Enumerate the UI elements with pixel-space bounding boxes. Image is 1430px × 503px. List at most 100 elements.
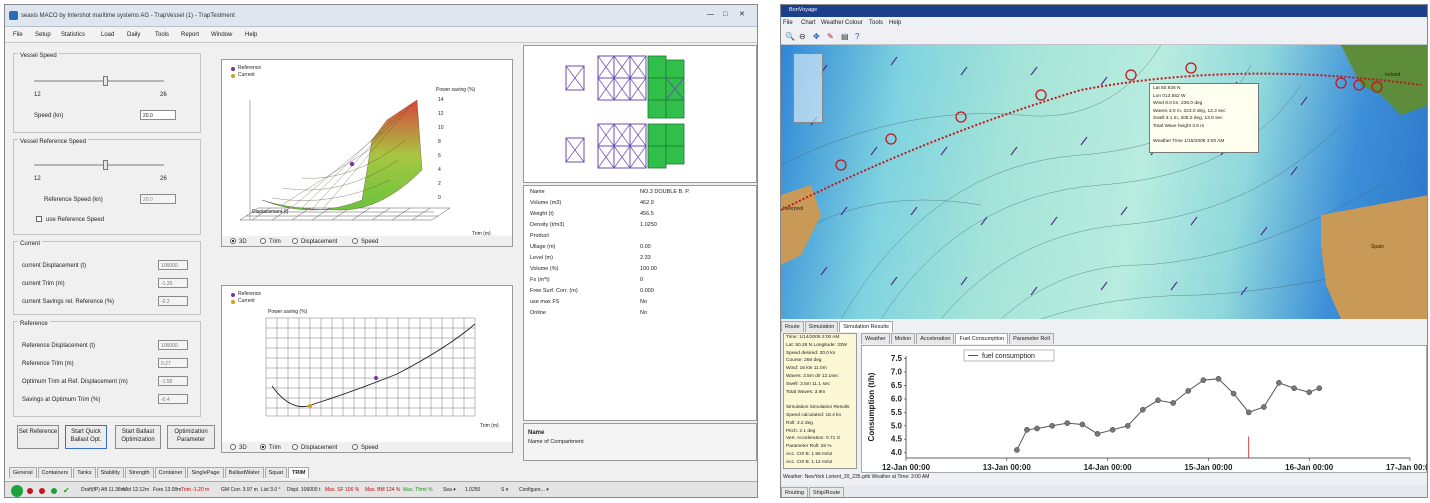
app-icon [9,11,18,20]
radio-trim[interactable]: Trim [260,238,281,245]
help-icon[interactable]: ? [855,32,859,41]
current-displacement-label: current Displacement (t) [22,263,87,269]
reference-displacement-label: Reference Displacement (t) [22,343,96,349]
bv-menu-file[interactable]: File [783,20,793,26]
tank-layout[interactable] [524,46,758,184]
tab-simulation-results[interactable]: Simulation Results [839,321,893,332]
tab-parameter-roll[interactable]: Parameter Roll [1009,333,1054,344]
current-trim-label: current Trim (m) [22,281,65,287]
fuel-series-line [1016,378,1320,451]
minimize-button[interactable]: — [707,11,714,18]
property-value[interactable]: 0 [640,277,643,284]
radio2-trim[interactable]: Trim [260,444,281,451]
tab-fuel-consumption[interactable]: Fuel Consumption [955,333,1009,344]
optimization-parameter-button[interactable]: Optimization Parameter [167,425,215,449]
status-red-dot-2 [39,488,45,494]
menu-statistics[interactable]: Statistics [61,32,85,38]
menu-report[interactable]: Report [181,32,199,38]
slider-thumb[interactable] [103,160,108,170]
route-icon[interactable]: ✎ [827,32,834,41]
tab-trim[interactable]: TRIM [287,467,310,478]
y-tick-label: 7.5 [891,354,903,363]
set-reference-button[interactable]: Set Reference [17,425,59,449]
property-value[interactable]: 0.00 [640,244,651,251]
tab-weather[interactable]: Weather [861,333,890,344]
status-item[interactable]: 1.0250 [465,488,480,493]
use-reference-checkbox[interactable] [36,216,42,222]
vessel-speed-slider[interactable] [34,76,164,86]
result-tabs: Weather Motion Acceleration Fuel Consumptio… [861,333,1055,344]
pan-icon[interactable]: ✥ [813,32,820,41]
property-value[interactable]: 100.00 [640,266,657,273]
speed-input[interactable]: 20.0 [140,110,176,120]
tab-container[interactable]: Container [154,467,187,478]
tab-strength[interactable]: Strength [124,467,154,478]
radio2-displacement[interactable]: Displacement [292,444,337,451]
print-icon[interactable]: ▤ [841,32,849,41]
bv-window-title: BonVoyage [789,7,818,13]
bv-menu-help[interactable]: Help [889,20,901,26]
status-item: Trim -1.20 m [181,487,210,493]
reference-speed-slider[interactable] [34,160,164,170]
status-item[interactable]: Configure... ▾ [519,488,549,493]
reference-speed-input[interactable]: 20.0 [140,194,176,204]
property-value[interactable]: No [640,310,647,317]
menu-file[interactable]: File [13,32,23,38]
tab-ship-route[interactable]: Ship/Route [808,487,845,497]
radio2-speed[interactable]: Speed [352,444,378,451]
zoom-out-icon[interactable]: ⊖ [799,32,806,41]
bv-menu-tools[interactable]: Tools [869,20,883,26]
bv-menu-colour[interactable]: Colour [845,20,863,26]
status-item[interactable]: Sea ▾ [443,488,456,493]
radio-displacement[interactable]: Displacement [292,238,337,245]
status-item[interactable]: S ▾ [501,488,508,493]
property-value[interactable]: NO.3 DOUBLE B. P. [640,189,690,196]
close-button[interactable]: ✕ [739,11,745,18]
tab-singlepage[interactable]: SinglePage [187,467,224,478]
bv-menu-chart[interactable]: Chart [801,20,816,26]
property-value[interactable]: 1.0250 [640,222,657,229]
tab-route[interactable]: Route [781,321,804,332]
tab-simulation[interactable]: Simulation [804,321,839,332]
reference-speed-caption: Vessel Reference Speed [18,139,89,145]
menu-help[interactable]: Help [245,32,257,38]
property-value[interactable]: 456.5 [640,211,654,218]
info-line: Acc. Ctrl B: 1.12 m/s2 [786,459,833,465]
weather-map[interactable]: Ireland Spain Liverpool Lat 50.926 N Lon … [781,45,1427,319]
status-item: Max. Tfrmt % [403,487,433,493]
radio2-3d[interactable]: 3D [230,444,247,451]
tab-squat[interactable]: Squat [264,467,287,478]
land-iberia [1321,195,1427,319]
map-nav-control[interactable] [793,53,823,123]
tab-routing[interactable]: Routing [781,487,808,497]
bv-menu-weather[interactable]: Weather [821,20,844,26]
menu-daily[interactable]: Daily [127,32,140,38]
optimum-trim-value: -1.50 [158,376,188,386]
radio-3d[interactable]: 3D [230,238,247,245]
menu-tools[interactable]: Tools [155,32,169,38]
use-reference-label: use Reference Speed [46,217,105,223]
property-value[interactable]: 462.9 [640,200,654,207]
tab-tanks[interactable]: Tanks [73,467,96,478]
property-label: Weight (t) [530,211,554,217]
property-value[interactable]: 2.33 [640,255,651,262]
property-value[interactable]: No [640,299,647,306]
tab-stability[interactable]: Stability [96,467,124,478]
property-value[interactable]: 0.000 [640,288,654,295]
maximize-button[interactable]: □ [723,11,727,18]
radio-speed[interactable]: Speed [352,238,378,245]
tab-acceleration[interactable]: Acceleration [916,333,955,344]
tab-containers[interactable]: Containers [37,467,73,478]
zoom-in-icon[interactable]: 🔍 [785,32,795,41]
tab-ballastwater[interactable]: BallastWater [224,467,264,478]
menu-setup[interactable]: Setup [35,32,51,38]
menu-load[interactable]: Load [101,32,114,38]
ballast-optimization-button[interactable]: Start Ballast Optimization [115,425,161,449]
tab-general[interactable]: General [9,467,37,478]
menu-window[interactable]: Window [211,32,232,38]
fuel-data-point [1079,421,1086,428]
slider-thumb[interactable] [103,76,108,86]
tab-motion[interactable]: Motion [890,333,916,344]
title-color-palette [221,12,461,20]
quick-ballast-button[interactable]: Start Quick Ballast Opt. [65,425,107,449]
